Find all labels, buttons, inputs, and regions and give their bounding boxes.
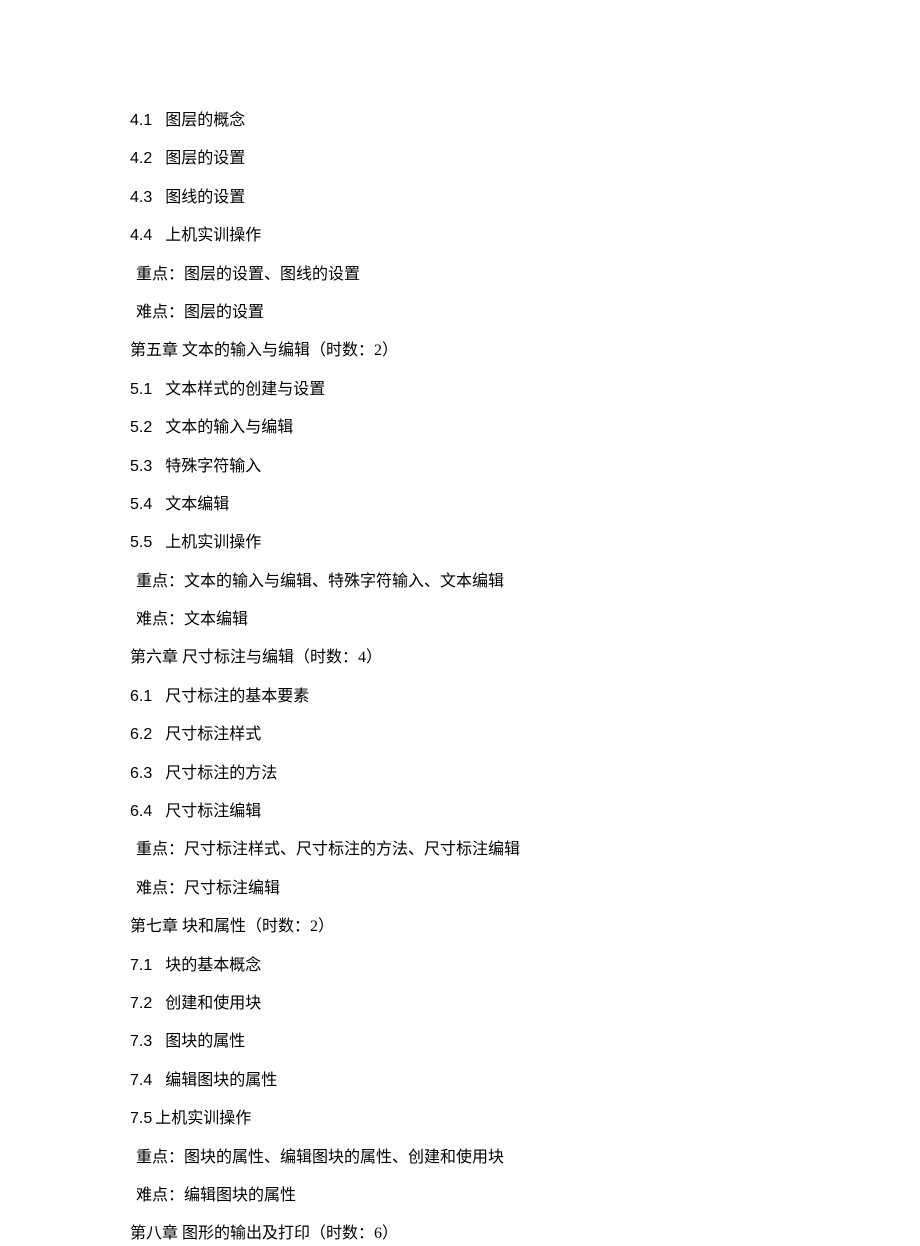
section-title: 尺寸标注的基本要素 — [165, 688, 309, 705]
section-number: 4.2 — [130, 150, 152, 167]
section-title: 图线的设置 — [165, 189, 245, 206]
section-title: 文本样式的创建与设置 — [165, 381, 325, 398]
section-title: 图层的设置 — [165, 150, 245, 167]
section-number: 4.3 — [130, 189, 152, 206]
outline-line: 5.3 特殊字符输入 — [130, 456, 790, 478]
section-title: 文本编辑 — [165, 496, 229, 513]
section-title: 上机实训操作 — [165, 534, 261, 551]
outline-line: 7.3 图块的属性 — [130, 1031, 790, 1053]
section-number: 5.3 — [130, 458, 152, 475]
note-line: 重点：图层的设置、图线的设置 — [130, 264, 790, 286]
section-title: 尺寸标注样式 — [165, 726, 261, 743]
note-line: 难点：图层的设置 — [130, 302, 790, 324]
section-number: 7.1 — [130, 957, 152, 974]
section-number: 7.4 — [130, 1072, 152, 1089]
outline-line: 7.5上机实训操作 — [130, 1108, 790, 1130]
section-number: 6.2 — [130, 726, 152, 743]
section-title: 编辑图块的属性 — [165, 1072, 277, 1089]
section-title: 上机实训操作 — [155, 1110, 251, 1127]
section-title: 图层的概念 — [165, 112, 245, 129]
section-number: 6.1 — [130, 688, 152, 705]
section-number: 6.3 — [130, 765, 152, 782]
section-number: 7.2 — [130, 995, 152, 1012]
outline-line: 4.1 图层的概念 — [130, 110, 790, 132]
section-number: 5.4 — [130, 496, 152, 513]
section-number: 5.1 — [130, 381, 152, 398]
outline-line: 6.1 尺寸标注的基本要素 — [130, 686, 790, 708]
outline-line: 7.2 创建和使用块 — [130, 993, 790, 1015]
note-line: 难点：尺寸标注编辑 — [130, 878, 790, 900]
outline-line: 4.3 图线的设置 — [130, 187, 790, 209]
outline-line: 7.1 块的基本概念 — [130, 955, 790, 977]
chapter-heading: 第七章 块和属性（时数：2） — [130, 916, 790, 938]
section-title: 特殊字符输入 — [165, 458, 261, 475]
section-title: 创建和使用块 — [165, 995, 261, 1012]
section-number: 6.4 — [130, 803, 152, 820]
outline-line: 7.4 编辑图块的属性 — [130, 1070, 790, 1092]
section-number: 4.1 — [130, 112, 152, 129]
outline-line: 5.1 文本样式的创建与设置 — [130, 379, 790, 401]
chapter-heading: 第八章 图形的输出及打印（时数：6） — [130, 1223, 790, 1245]
outline-line: 6.2 尺寸标注样式 — [130, 724, 790, 746]
section-number: 7.5 — [130, 1110, 152, 1127]
chapter-heading: 第六章 尺寸标注与编辑（时数：4） — [130, 647, 790, 669]
note-line: 重点：文本的输入与编辑、特殊字符输入、文本编辑 — [130, 571, 790, 593]
document-outline: 4.1图层的概念4.2图层的设置4.3图线的设置4.4上机实训操作重点：图层的设… — [130, 110, 790, 1246]
section-title: 块的基本概念 — [165, 957, 261, 974]
outline-line: 5.5 上机实训操作 — [130, 532, 790, 554]
outline-line: 4.2 图层的设置 — [130, 148, 790, 170]
outline-line: 5.4 文本编辑 — [130, 494, 790, 516]
note-line: 难点：文本编辑 — [130, 609, 790, 631]
section-title: 图块的属性 — [165, 1033, 245, 1050]
outline-line: 5.2 文本的输入与编辑 — [130, 417, 790, 439]
outline-line: 6.3 尺寸标注的方法 — [130, 763, 790, 785]
note-line: 难点：编辑图块的属性 — [130, 1185, 790, 1207]
section-title: 尺寸标注的方法 — [165, 765, 277, 782]
outline-line: 4.4 上机实训操作 — [130, 225, 790, 247]
section-number: 4.4 — [130, 227, 152, 244]
note-line: 重点：图块的属性、编辑图块的属性、创建和使用块 — [130, 1147, 790, 1169]
section-title: 尺寸标注编辑 — [165, 803, 261, 820]
note-line: 重点：尺寸标注样式、尺寸标注的方法、尺寸标注编辑 — [130, 839, 790, 861]
outline-line: 6.4 尺寸标注编辑 — [130, 801, 790, 823]
section-number: 5.5 — [130, 534, 152, 551]
section-title: 上机实训操作 — [165, 227, 261, 244]
section-number: 7.3 — [130, 1033, 152, 1050]
section-number: 5.2 — [130, 419, 152, 436]
section-title: 文本的输入与编辑 — [165, 419, 293, 436]
chapter-heading: 第五章 文本的输入与编辑（时数：2） — [130, 340, 790, 362]
